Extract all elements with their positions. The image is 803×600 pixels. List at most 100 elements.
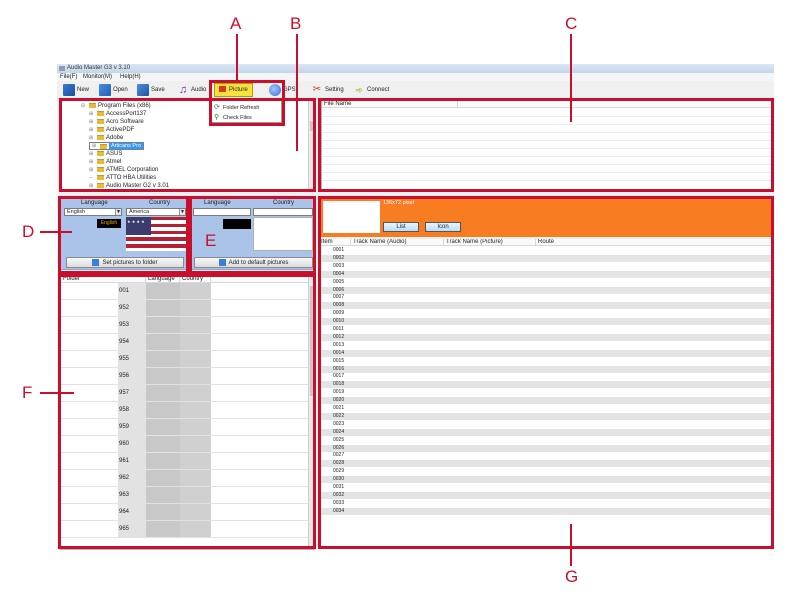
table-row[interactable]: 0022 (319, 412, 772, 420)
table-row[interactable]: 0016 (319, 365, 772, 373)
tree-item[interactable]: ⊞ ActivePDF (89, 126, 134, 133)
table-row[interactable]: 0021 (319, 405, 772, 412)
table-row[interactable]: 0013 (319, 342, 772, 349)
table-row[interactable]: 0034 (319, 507, 772, 515)
scroll-thumb[interactable] (310, 286, 314, 396)
folder-language-grid[interactable]: Folder Language Country 001 952 953 954 … (60, 275, 315, 550)
folder-open-icon (99, 84, 111, 96)
tree-item[interactable]: ⊞ AccessPort137 (89, 110, 146, 117)
tree-item[interactable]: ⊞ Acro Software (89, 118, 144, 125)
table-row[interactable]: 0033 (319, 500, 772, 507)
country-select[interactable]: America ▼ (126, 208, 186, 216)
item-header[interactable]: Item (319, 239, 351, 246)
track-name-audio-header[interactable]: Track Name (Audio) (351, 239, 444, 246)
tree-item[interactable]: ⊟ Program Files (x86) (81, 102, 151, 109)
expand-icon: ⊞ (89, 110, 94, 117)
table-row[interactable]: 964 (61, 504, 310, 521)
save-button[interactable]: Save (137, 83, 165, 97)
table-row[interactable]: 0027 (319, 452, 772, 459)
table-row[interactable]: 0005 (319, 279, 772, 286)
table-row[interactable]: 0010 (319, 318, 772, 326)
list-view-button[interactable]: List (383, 222, 419, 232)
table-row[interactable]: 0001 (319, 247, 772, 254)
table-row[interactable]: 965 (61, 521, 310, 538)
connect-button[interactable]: ➾ Connect (353, 83, 389, 97)
table-row[interactable]: 0030 (319, 476, 772, 484)
tree-item[interactable]: ─ ATTO HBA Utilities (89, 174, 156, 181)
country-input[interactable] (253, 208, 313, 216)
tree-item[interactable]: ⊞ Audio Master G2 v 3.01 (89, 182, 169, 189)
picture-button[interactable]: Picture (214, 83, 253, 97)
table-row[interactable]: 956 (61, 368, 310, 385)
item-number: 0013 (333, 341, 345, 348)
check-files-menu-item[interactable]: ⚲ Check Files (214, 113, 252, 122)
folder-refresh-menu-item[interactable]: ⟳ Folder Refresh (214, 103, 259, 112)
table-row[interactable]: 0008 (319, 302, 772, 310)
table-row[interactable]: 0025 (319, 437, 772, 444)
set-pictures-to-folder-button[interactable]: Set pictures to folder (66, 257, 184, 268)
table-row[interactable]: 0018 (319, 381, 772, 389)
menu-file[interactable]: File(F) (60, 74, 77, 80)
tree-item-selected[interactable]: ⊞ Articans Pro (89, 142, 144, 150)
table-row[interactable]: 0031 (319, 484, 772, 491)
route-header[interactable]: Route (536, 239, 772, 246)
tree-scrollbar[interactable] (308, 101, 314, 189)
table-row[interactable]: 0015 (319, 358, 772, 365)
table-row[interactable]: 952 (61, 300, 310, 317)
table-row[interactable]: 0028 (319, 460, 772, 468)
setting-button[interactable]: ✂ Setting (311, 83, 344, 97)
callout-line-a (236, 34, 238, 81)
table-row[interactable]: 958 (61, 402, 310, 419)
table-row[interactable]: 0029 (319, 468, 772, 475)
table-row[interactable]: 963 (61, 487, 310, 504)
language-input[interactable] (193, 208, 251, 216)
icon-view-button[interactable]: Icon (425, 222, 461, 232)
table-row[interactable]: 953 (61, 317, 310, 334)
tree-item[interactable]: ⊞ ATMEL Corporation (89, 166, 158, 173)
folder-header[interactable]: Folder (61, 276, 146, 283)
file-list[interactable]: File Name (321, 100, 772, 190)
table-row[interactable]: 0023 (319, 421, 772, 428)
language-column-header[interactable]: Language (146, 276, 180, 283)
table-row[interactable]: 0003 (319, 263, 772, 270)
table-row[interactable]: 0017 (319, 373, 772, 380)
table-row[interactable]: 960 (61, 436, 310, 453)
table-row[interactable]: 0012 (319, 333, 772, 341)
language-select[interactable]: English ▼ (64, 208, 122, 216)
track-grid[interactable]: Item Track Name (Audio) Track Name (Pict… (319, 239, 772, 550)
table-row[interactable]: 961 (61, 453, 310, 470)
table-row[interactable]: 0019 (319, 389, 772, 396)
table-row[interactable]: 0014 (319, 349, 772, 357)
table-row[interactable]: 959 (61, 419, 310, 436)
table-row[interactable]: 0020 (319, 397, 772, 405)
table-row[interactable]: 001 (61, 283, 310, 300)
file-name-header[interactable]: File Name (322, 101, 458, 108)
table-row[interactable]: 0024 (319, 428, 772, 436)
tree-item[interactable]: ⊞ ASUS (89, 150, 122, 157)
menu-monitor[interactable]: Monitor(M) (83, 74, 112, 80)
menu-help[interactable]: Help(H) (120, 74, 141, 80)
table-row[interactable]: 0007 (319, 294, 772, 301)
table-row[interactable]: 0002 (319, 254, 772, 262)
tree-item[interactable]: ⊞ Adobe (89, 134, 123, 141)
country-column-header[interactable]: Country (180, 276, 211, 283)
audio-button[interactable]: ♫ Audio (177, 83, 206, 97)
open-button[interactable]: Open (99, 83, 128, 97)
table-row[interactable]: 0011 (319, 326, 772, 333)
scroll-thumb[interactable] (310, 121, 314, 131)
table-row[interactable]: 962 (61, 470, 310, 487)
add-to-default-pictures-button[interactable]: Add to default pictures (194, 257, 313, 268)
track-name-picture-header[interactable]: Track Name (Picture) (444, 239, 536, 246)
tree-item[interactable]: ⊞ Atmel (89, 158, 121, 165)
table-row[interactable]: 0006 (319, 286, 772, 294)
table-row[interactable]: 0009 (319, 310, 772, 317)
grid-scrollbar[interactable] (308, 276, 314, 549)
table-row[interactable]: 957 (61, 385, 310, 402)
table-row[interactable]: 0032 (319, 491, 772, 499)
table-row[interactable]: 0004 (319, 270, 772, 278)
table-row[interactable]: 954 (61, 334, 310, 351)
table-row[interactable]: 0026 (319, 444, 772, 452)
new-button[interactable]: New (63, 83, 89, 97)
gps-button[interactable]: GPS (269, 83, 296, 97)
table-row[interactable]: 955 (61, 351, 310, 368)
